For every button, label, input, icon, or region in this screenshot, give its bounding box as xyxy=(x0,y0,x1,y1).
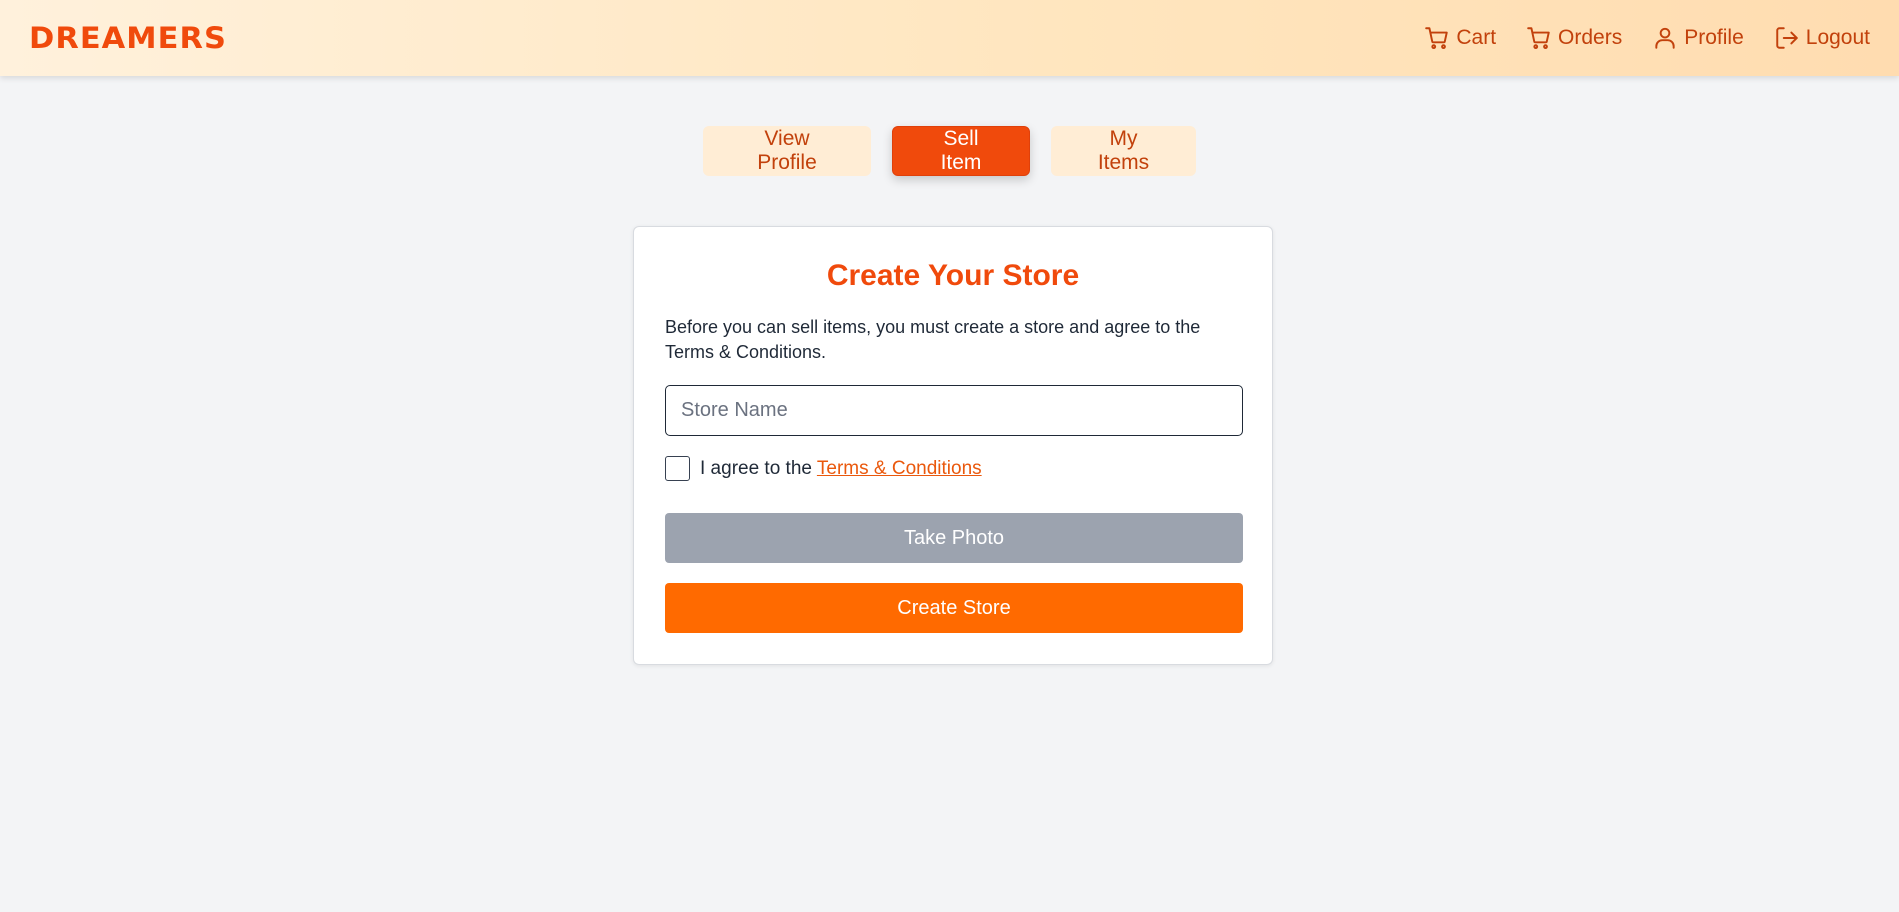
logout-icon xyxy=(1776,27,1798,49)
nav-cart-link[interactable]: Cart xyxy=(1424,25,1496,51)
nav-orders-link[interactable]: Orders xyxy=(1526,25,1622,51)
create-store-button[interactable]: Create Store xyxy=(665,583,1243,633)
top-navbar: DREAMERS Cart Orders Profile Logout xyxy=(0,0,1899,76)
terms-checkbox[interactable] xyxy=(665,456,690,481)
brand-logo[interactable]: DREAMERS xyxy=(29,21,227,55)
card-description: Before you can sell items, you must crea… xyxy=(665,317,1201,362)
tab-my-items[interactable]: My Items xyxy=(1051,126,1196,176)
nav-logout-label: Logout xyxy=(1805,26,1870,49)
nav-profile-link[interactable]: Profile xyxy=(1652,25,1744,51)
nav-logout-link[interactable]: Logout xyxy=(1774,25,1870,51)
terms-agree-row: I agree to the Terms & Conditions xyxy=(665,456,1241,481)
take-photo-button[interactable]: Take Photo xyxy=(665,513,1243,563)
terms-agree-prefix: I agree to the xyxy=(700,457,817,479)
nav-cart-label: Cart xyxy=(1456,26,1497,49)
tab-sell-item[interactable]: Sell Item xyxy=(892,126,1030,176)
nav-profile-label: Profile xyxy=(1684,26,1744,49)
card-title: Create Your Store xyxy=(826,259,1080,292)
cart-icon xyxy=(1425,27,1449,50)
tab-view-profile[interactable]: View Profile xyxy=(703,126,871,176)
nav-menu: Cart Orders Profile Logout xyxy=(1424,25,1870,51)
nav-orders-label: Orders xyxy=(1558,26,1623,49)
cart-icon xyxy=(1527,27,1550,50)
user-icon xyxy=(1655,27,1675,49)
create-store-card: Create Your Store Before you can sell it… xyxy=(633,226,1273,665)
terms-link[interactable]: Terms & Conditions xyxy=(817,458,982,479)
profile-tabs: View Profile Sell Item My Items xyxy=(0,126,1899,176)
store-name-input[interactable] xyxy=(665,385,1243,436)
terms-agree-label: I agree to the Terms & Conditions xyxy=(700,458,982,480)
